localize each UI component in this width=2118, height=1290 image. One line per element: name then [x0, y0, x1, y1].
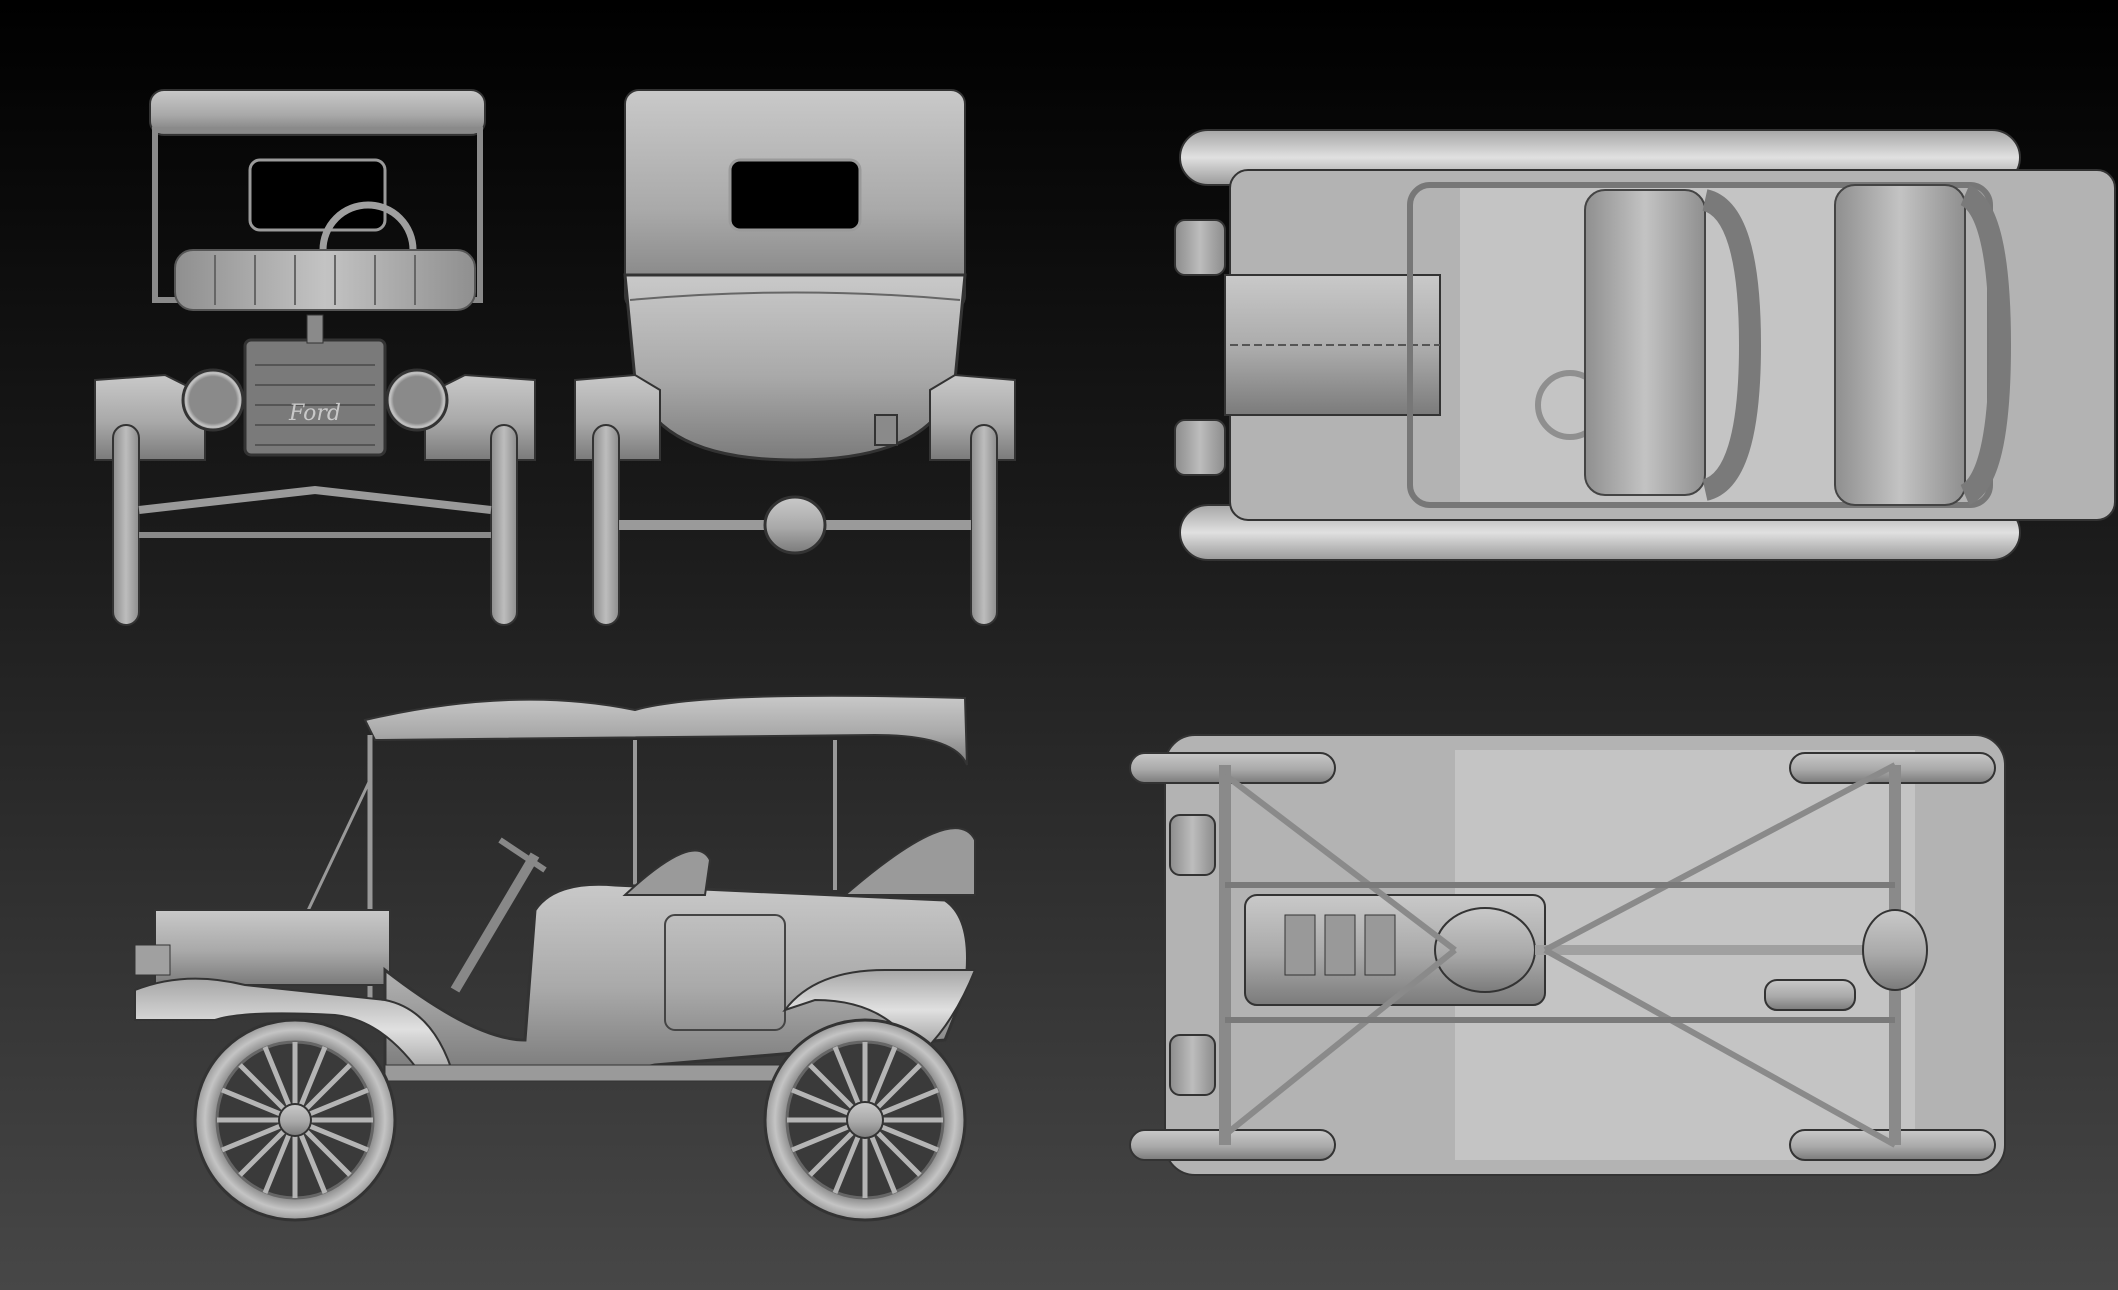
rear-seat: [1834, 184, 1966, 506]
radiator: [243, 338, 387, 457]
differential: [763, 495, 827, 555]
top-view: [1174, 129, 2116, 561]
hood: [154, 909, 391, 986]
rear-differential: [1862, 909, 1928, 991]
front-left-wheel: [112, 424, 140, 626]
orthographic-views-sheet: Ford: [94, 89, 2116, 1222]
canopy-roof: [363, 694, 968, 766]
side-view: [134, 694, 977, 1222]
left-headlamp: [1174, 219, 1226, 276]
rear-left-wheel: [592, 424, 620, 626]
right-headlamp: [1174, 419, 1226, 476]
seat-back: [174, 249, 476, 311]
steering-column: [450, 852, 540, 993]
front-seat: [1584, 189, 1706, 496]
rear-window: [728, 158, 862, 232]
tail-lamp: [874, 414, 898, 446]
grille-script: Ford: [288, 401, 341, 426]
rear-body: [623, 273, 967, 462]
left-headlamp: [181, 368, 245, 432]
right-headlamp: [385, 368, 449, 432]
front-axle: [138, 485, 492, 514]
front-view: Ford: [94, 89, 536, 626]
bottom-view: [1129, 734, 2006, 1176]
rear-window: [248, 158, 387, 232]
front-right-wheel: [490, 424, 518, 626]
transmission: [1434, 907, 1536, 993]
rear-view: [574, 89, 1016, 626]
running-board: [384, 1064, 806, 1082]
rear-wheel: [763, 1018, 967, 1222]
front-right-tire: [1129, 1129, 1336, 1161]
front-wheel: [193, 1018, 397, 1222]
rear-right-wheel: [970, 424, 998, 626]
muffler: [1764, 979, 1856, 1011]
